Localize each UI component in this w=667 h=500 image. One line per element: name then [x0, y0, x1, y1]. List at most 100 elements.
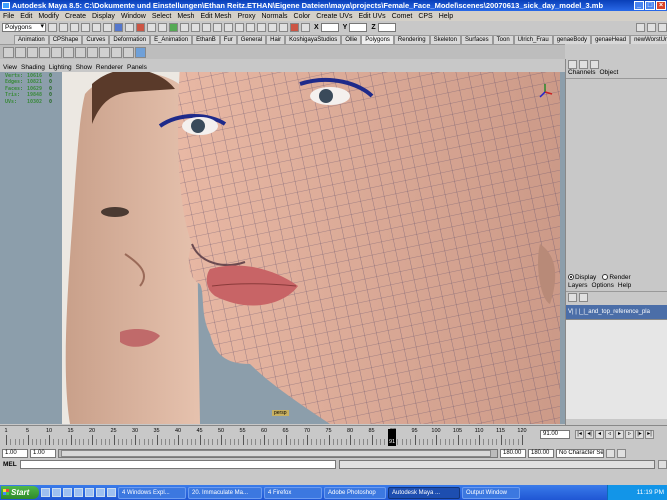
lock-selection-icon[interactable]	[202, 22, 211, 32]
step-forward-key-icon[interactable]: ▹	[625, 430, 634, 439]
render-icon[interactable]	[279, 22, 288, 32]
new-scene-icon[interactable]	[48, 22, 57, 32]
shelf-tab-rendering[interactable]: Rendering	[393, 35, 430, 44]
shelf-tab-ollie[interactable]: Ollie	[341, 35, 362, 44]
range-start-field[interactable]: 1.00	[2, 448, 28, 458]
shelf-tab-animation[interactable]: Animation	[14, 35, 49, 44]
mel-label[interactable]: MEL	[3, 461, 17, 468]
shelf-tab-e_animation[interactable]: E_Animation	[150, 35, 193, 44]
show-channel-box-icon[interactable]	[658, 22, 667, 32]
help-menu[interactable]: Help	[618, 282, 631, 291]
select-object-icon[interactable]	[92, 22, 101, 32]
shelf-tab-curves[interactable]: Curves	[82, 35, 110, 44]
menu-select[interactable]: Select	[152, 13, 171, 20]
quicklaunch-icon-6[interactable]	[96, 488, 105, 497]
shelf-tool-icon[interactable]	[123, 46, 134, 58]
shelf-tool-icon[interactable]	[3, 46, 14, 58]
viewport-menu-renderer[interactable]: Renderer	[96, 64, 123, 72]
maximize-button[interactable]: □	[645, 1, 655, 10]
history-icon[interactable]	[268, 22, 277, 32]
viewport-menu-panels[interactable]: Panels	[127, 64, 147, 72]
shelf-tool-icon[interactable]	[39, 46, 50, 58]
menu-edit[interactable]: Edit	[20, 13, 32, 20]
snap-point-icon[interactable]	[235, 22, 244, 32]
channel-box-icon-2[interactable]	[579, 59, 588, 69]
script-editor-icon[interactable]	[658, 460, 667, 469]
shelf-tab-surfaces[interactable]: Surfaces	[460, 35, 493, 44]
show-attribute-editor-icon[interactable]	[636, 22, 645, 32]
select-dynamics-icon[interactable]	[169, 22, 178, 32]
z-field[interactable]	[377, 22, 396, 32]
select-deformations-icon[interactable]	[158, 22, 167, 32]
shelf-tab-polygons[interactable]: Polygons	[361, 35, 394, 44]
range-slider-handle[interactable]	[61, 449, 491, 457]
render-layers-radio[interactable]: Render	[602, 273, 631, 281]
y-field[interactable]	[349, 22, 368, 32]
viewport-menu-shading[interactable]: Shading	[21, 64, 45, 72]
viewport-menu-view[interactable]: View	[3, 64, 17, 72]
quicklaunch-icon-7[interactable]	[107, 488, 116, 497]
viewport-menu-lighting[interactable]: Lighting	[49, 64, 72, 72]
select-misc-icon[interactable]	[191, 22, 200, 32]
select-surfaces-icon[interactable]	[147, 22, 156, 32]
step-forward-icon[interactable]: |▸	[635, 430, 644, 439]
taskbar-item[interactable]: 20. Immaculate Ma...	[188, 486, 262, 499]
step-back-key-icon[interactable]: ◂	[595, 430, 604, 439]
start-button[interactable]: Start	[1, 486, 39, 499]
menu-display[interactable]: Display	[92, 13, 115, 20]
command-input[interactable]	[19, 460, 336, 469]
layers-menu[interactable]: Layers	[568, 282, 588, 291]
play-back-icon[interactable]: ◃	[605, 430, 614, 439]
new-layer-selected-icon[interactable]	[579, 293, 588, 302]
range-slider[interactable]	[58, 448, 498, 458]
ipr-render-icon[interactable]	[290, 22, 299, 32]
show-tool-settings-icon[interactable]	[647, 22, 656, 32]
quicklaunch-icon-3[interactable]	[63, 488, 72, 497]
menu-normals[interactable]: Normals	[261, 13, 287, 20]
current-time-field[interactable]: 91.00	[540, 430, 570, 439]
object-menu[interactable]: Object	[599, 69, 618, 78]
go-to-end-icon[interactable]: ▸|	[645, 430, 654, 439]
shelf-tool-icon[interactable]	[27, 46, 38, 58]
current-frame-marker[interactable]: 91	[388, 429, 396, 446]
menu-help[interactable]: Help	[439, 13, 453, 20]
shelf-tool-icon[interactable]	[63, 46, 74, 58]
shelf-tool-icon[interactable]	[15, 46, 26, 58]
taskbar-item[interactable]: Output Window	[462, 486, 520, 499]
taskbar-item[interactable]: Autodesk Maya ...	[388, 486, 460, 499]
channel-box-icon-1[interactable]	[568, 59, 577, 69]
select-rendering-icon[interactable]	[180, 22, 189, 32]
menu-comet[interactable]: Comet	[392, 13, 413, 20]
menu-proxy[interactable]: Proxy	[238, 13, 256, 20]
display-layer-row[interactable]: V| | |_|_and_top_reference_pla	[566, 305, 667, 319]
channels-menu[interactable]: Channels	[568, 69, 595, 78]
shelf-tool-icon[interactable]	[99, 46, 110, 58]
menu-create[interactable]: Create	[65, 13, 86, 20]
channel-box-icon-3[interactable]	[590, 59, 599, 69]
viewport-menu-show[interactable]: Show	[76, 64, 92, 72]
shelf-tab-deformation[interactable]: Deformation	[109, 35, 151, 44]
make-live-icon[interactable]	[257, 22, 266, 32]
menu-color[interactable]: Color	[294, 13, 311, 20]
menu-mesh[interactable]: Mesh	[177, 13, 194, 20]
shelf-tab-hair[interactable]: Hair	[266, 35, 286, 44]
range-end-inner-field[interactable]: 180.00	[500, 448, 526, 458]
quicklaunch-icon-4[interactable]	[74, 488, 83, 497]
shelf-tab-general[interactable]: General	[236, 35, 267, 44]
minimize-button[interactable]: _	[634, 1, 644, 10]
range-start-inner-field[interactable]: 1.00	[30, 448, 56, 458]
animation-prefs-icon[interactable]	[617, 448, 626, 458]
shelf-tab-fur[interactable]: Fur	[219, 35, 237, 44]
shelf-tool-icon[interactable]	[135, 46, 146, 58]
range-end-field[interactable]: 180.00	[528, 448, 554, 458]
new-layer-icon[interactable]	[568, 293, 577, 302]
quicklaunch-icon-2[interactable]	[52, 488, 61, 497]
select-curves-icon[interactable]	[136, 22, 145, 32]
taskbar-item[interactable]: Adobe Photoshop	[324, 486, 386, 499]
close-button[interactable]: ×	[656, 1, 666, 10]
render-settings-icon[interactable]	[301, 22, 310, 32]
select-hierarchy-icon[interactable]	[81, 22, 90, 32]
taskbar-item[interactable]: 4 Windows Expl...	[118, 486, 186, 499]
quicklaunch-icon-1[interactable]	[41, 488, 50, 497]
shelf-tool-icon[interactable]	[75, 46, 86, 58]
